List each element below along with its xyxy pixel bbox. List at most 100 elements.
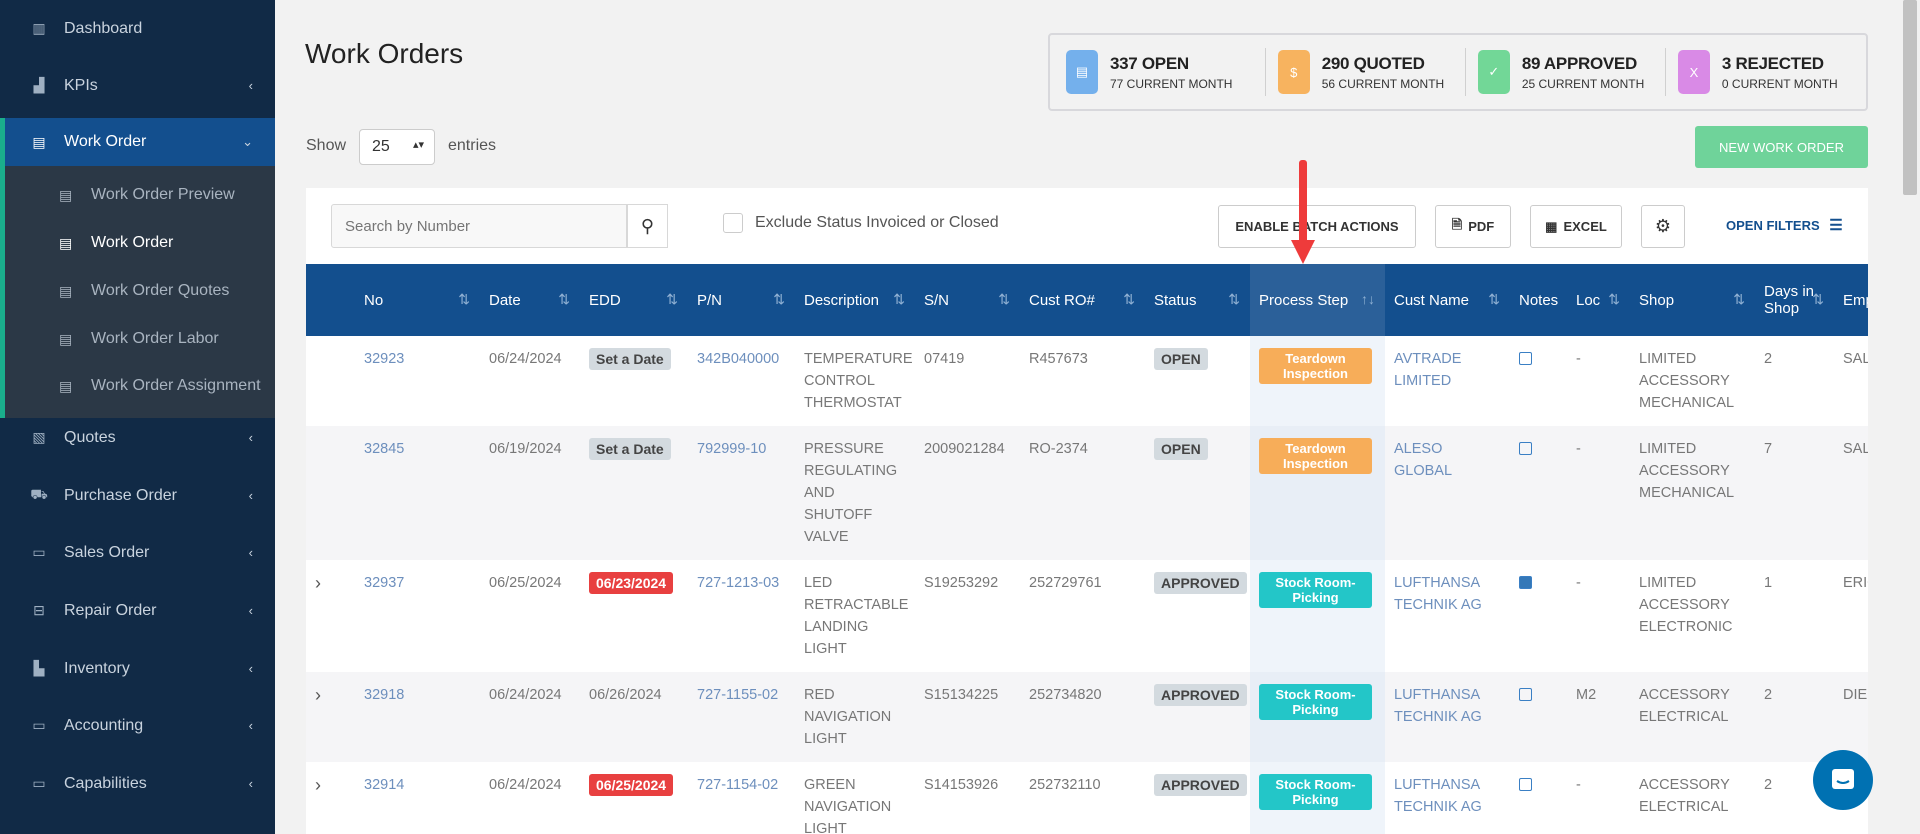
table-row[interactable]: › 32914 06/24/2024 06/25/2024 727-1154-02 GRE…: [306, 762, 1868, 834]
enable-batch-actions-button[interactable]: ENABLE BATCH ACTIONS: [1218, 205, 1416, 248]
sort-icon[interactable]: ⇅: [998, 291, 1010, 308]
notes-icon[interactable]: [1519, 778, 1532, 791]
customer-link[interactable]: LUFTHANSA TECHNIK AG: [1394, 687, 1482, 725]
work-order-link[interactable]: 32937: [364, 575, 404, 591]
table-row[interactable]: › 32937 06/25/2024 06/23/2024 727-1213-03 LED…: [306, 560, 1868, 672]
sub-work-order-labor[interactable]: ▤ Work Order Labor: [5, 315, 280, 363]
sort-icon[interactable]: ⇅: [1733, 291, 1745, 308]
nav-capabilities[interactable]: ▭ Capabilities ‹: [0, 755, 275, 812]
sliders-icon: ☰: [1829, 217, 1843, 234]
col-shop[interactable]: Shop ⇅: [1630, 264, 1755, 336]
part-number-link[interactable]: 727-1154-02: [697, 777, 778, 793]
col-loc[interactable]: Loc ⇅: [1567, 264, 1630, 336]
sub-work-order-preview[interactable]: ▤ Work Order Preview: [5, 171, 280, 219]
col-date[interactable]: Date ⇅: [480, 264, 580, 336]
process-step-badge[interactable]: Teardown Inspection: [1259, 348, 1372, 384]
process-step-badge[interactable]: Teardown Inspection: [1259, 438, 1372, 474]
nav-kpis[interactable]: ▟ KPIs ‹: [0, 57, 275, 114]
col-p-n[interactable]: P/N ⇅: [688, 264, 795, 336]
notes-icon[interactable]: [1519, 688, 1532, 701]
part-number-link[interactable]: 727-1213-03: [697, 575, 779, 591]
entries-select[interactable]: 25 ▴▾: [359, 129, 435, 165]
nav-dashboard[interactable]: ▥ Dashboard: [0, 0, 275, 57]
part-number-link[interactable]: 342B040000: [697, 351, 779, 367]
chat-launcher-button[interactable]: [1813, 750, 1873, 810]
expand-chevron-icon[interactable]: ›: [315, 775, 321, 795]
sort-icon[interactable]: ↑↓: [1361, 291, 1375, 307]
table-row[interactable]: 32923 06/24/2024 Set a Date 342B040000 TEMPE…: [306, 336, 1868, 426]
col-no[interactable]: No ⇅: [355, 264, 480, 336]
edd-badge[interactable]: Set a Date: [589, 348, 671, 370]
sort-icon[interactable]: ⇅: [893, 291, 905, 308]
col-process-step[interactable]: Process Step ↑↓: [1250, 264, 1385, 336]
notes-icon[interactable]: [1519, 576, 1532, 589]
stat-approved[interactable]: ✓ 89 APPROVED 25 CURRENT MONTH: [1466, 48, 1666, 96]
col-description[interactable]: Description ⇅: [795, 264, 915, 336]
sort-icon[interactable]: ⇅: [666, 291, 678, 308]
sort-icon[interactable]: ⇅: [1488, 291, 1500, 308]
nav-purchase-order[interactable]: ⛟ Purchase Order ‹: [0, 467, 275, 524]
excel-button[interactable]: ▦ EXCEL: [1530, 205, 1622, 248]
work-order-link[interactable]: 32914: [364, 777, 404, 793]
sub-work-order-assignment[interactable]: ▤ Work Order Assignment: [5, 362, 280, 410]
col-days-in-shop[interactable]: Days in Shop ⇅: [1755, 264, 1834, 336]
col-status[interactable]: Status ⇅: [1145, 264, 1250, 336]
col-notes[interactable]: Notes: [1510, 264, 1567, 336]
table-cell: 2: [1755, 672, 1834, 762]
sub-work-order-quotes[interactable]: ▤ Work Order Quotes: [5, 267, 280, 315]
sort-icon[interactable]: ⇅: [1608, 291, 1620, 308]
sort-icon[interactable]: ⇅: [458, 291, 470, 308]
exclude-checkbox[interactable]: [723, 213, 743, 233]
table-row[interactable]: › 32918 06/24/2024 06/26/2024 727-1155-02 RED…: [306, 672, 1868, 762]
customer-link[interactable]: AVTRADE LIMITED: [1394, 351, 1461, 389]
settings-button[interactable]: ⚙: [1641, 205, 1685, 248]
part-number-link[interactable]: 792999-10: [697, 441, 766, 457]
stat-quoted[interactable]: $290 QUOTED 56 CURRENT MONTH: [1266, 48, 1466, 96]
notes-icon[interactable]: [1519, 352, 1532, 365]
process-step-badge[interactable]: Stock Room-Picking: [1259, 684, 1372, 720]
new-work-order-button[interactable]: NEW WORK ORDER: [1695, 126, 1868, 168]
col-cust-ro-[interactable]: Cust RO# ⇅: [1020, 264, 1145, 336]
work-order-link[interactable]: 32918: [364, 687, 404, 703]
expand-chevron-icon[interactable]: ›: [315, 573, 321, 593]
sort-icon[interactable]: ⇅: [773, 291, 785, 308]
nav-repair-order[interactable]: ⊟ Repair Order ‹: [0, 582, 275, 639]
sub-label: Work Order Labor: [91, 330, 219, 347]
stat-rejected[interactable]: X 3 REJECTED 0 CURRENT MONTH: [1666, 48, 1866, 96]
sort-icon[interactable]: ⇅: [1123, 291, 1135, 308]
part-number-link[interactable]: 727-1155-02: [697, 687, 778, 703]
process-step-badge[interactable]: Stock Room-Picking: [1259, 572, 1372, 608]
expand-chevron-icon[interactable]: ›: [315, 685, 321, 705]
edd-badge[interactable]: Set a Date: [589, 438, 671, 460]
work-order-link[interactable]: 32923: [364, 351, 404, 367]
stat-open[interactable]: ▤ 337 OPEN 77 CURRENT MONTH: [1066, 48, 1266, 96]
notes-icon[interactable]: [1519, 442, 1532, 455]
column-label: Notes: [1519, 291, 1559, 309]
scrollbar-thumb[interactable]: [1903, 0, 1917, 195]
sort-icon[interactable]: ⇅: [1812, 291, 1824, 308]
customer-link[interactable]: LUFTHANSA TECHNIK AG: [1394, 777, 1482, 815]
col-s-n[interactable]: S/N ⇅: [915, 264, 1020, 336]
table-row[interactable]: 32845 06/19/2024 Set a Date 792999-10 PRESSU…: [306, 426, 1868, 560]
nav-quotes[interactable]: ▧ Quotes ‹: [0, 409, 275, 466]
customer-link[interactable]: LUFTHANSA TECHNIK AG: [1394, 575, 1482, 613]
search-button[interactable]: ⚲: [627, 204, 668, 248]
nav-sales-order[interactable]: ▭ Sales Order ‹: [0, 524, 275, 581]
process-step-badge[interactable]: Stock Room-Picking: [1259, 774, 1372, 810]
col-emp[interactable]: Emp: [1834, 264, 1868, 336]
table-cell: GREEN NAVIGATION LIGHT: [795, 762, 915, 834]
search-input[interactable]: [331, 204, 627, 248]
nav-inventory[interactable]: ▙ Inventory ‹: [0, 640, 275, 697]
date-cell: 06/24/2024: [489, 351, 562, 367]
col-cust-name[interactable]: Cust Name ⇅: [1385, 264, 1510, 336]
sub-work-order[interactable]: ▤ Work Order: [5, 219, 280, 267]
sort-icon[interactable]: ⇅: [1228, 291, 1240, 308]
work-order-link[interactable]: 32845: [364, 441, 404, 457]
nav-work-order[interactable]: ▤ Work Order ⌄: [5, 118, 275, 166]
sort-icon[interactable]: ⇅: [558, 291, 570, 308]
nav-accounting[interactable]: ▭ Accounting ‹: [0, 697, 275, 754]
col-edd[interactable]: EDD ⇅: [580, 264, 688, 336]
pdf-button[interactable]: 🗎 PDF: [1435, 205, 1511, 248]
open-filters-button[interactable]: OPEN FILTERS ☰: [1726, 216, 1843, 234]
customer-link[interactable]: ALESO GLOBAL: [1394, 441, 1452, 479]
